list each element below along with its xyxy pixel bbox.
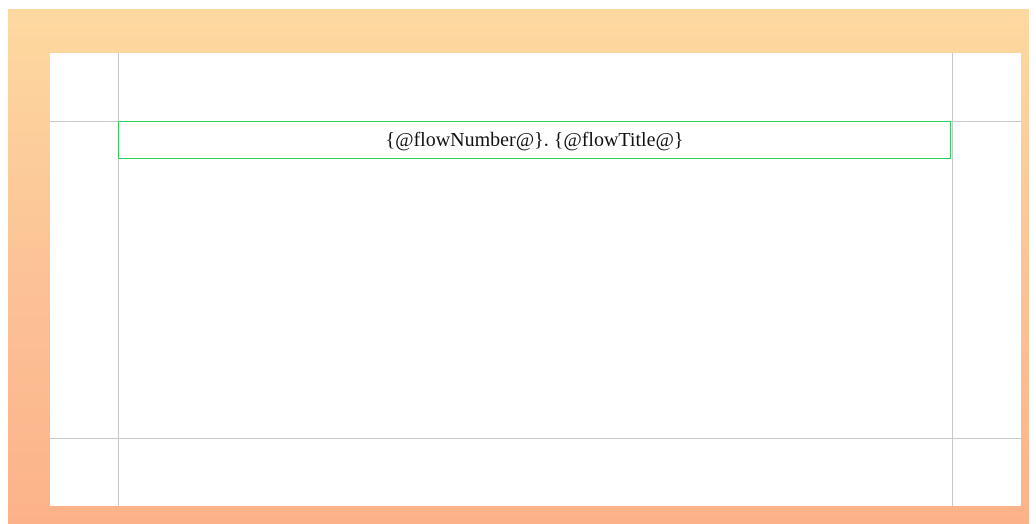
canvas-background: {@flowNumber@}. {@flowTitle@} (8, 9, 1029, 524)
margin-guide-bottom (50, 438, 1021, 439)
title-placeholder-text: {@flowNumber@}. {@flowTitle@} (385, 128, 684, 151)
page: {@flowNumber@}. {@flowTitle@} (50, 53, 1021, 506)
title-text-frame[interactable]: {@flowNumber@}. {@flowTitle@} (118, 121, 951, 159)
